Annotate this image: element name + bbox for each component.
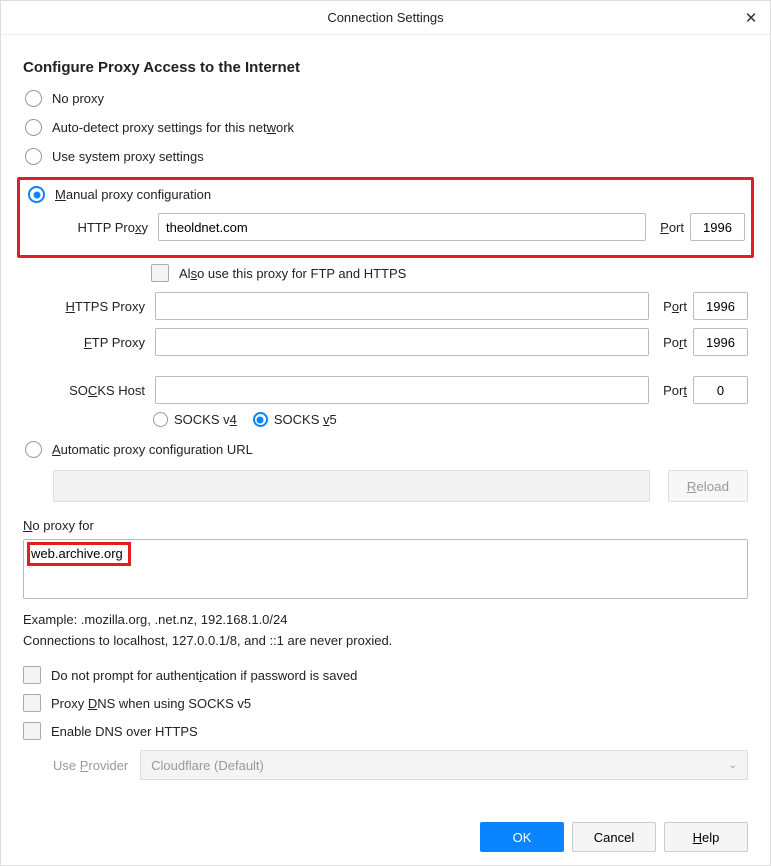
radio-label: SOCKS v4 bbox=[174, 412, 237, 427]
socks-host-row: SOCKS Host Port bbox=[53, 376, 748, 404]
socks-port-label: Port bbox=[663, 383, 687, 398]
dialog-title: Connection Settings bbox=[327, 10, 443, 25]
checkbox-label: Enable DNS over HTTPS bbox=[51, 724, 198, 739]
titlebar: Connection Settings ✕ bbox=[1, 1, 770, 35]
radio-label: Auto-detect proxy settings for this netw… bbox=[52, 120, 294, 135]
http-port-label: Port bbox=[660, 220, 684, 235]
http-port-input[interactable] bbox=[690, 213, 745, 241]
checkbox-label: Proxy DNS when using SOCKS v5 bbox=[51, 696, 251, 711]
radio-label: SOCKS v5 bbox=[274, 412, 337, 427]
radio-label: Automatic proxy configuration URL bbox=[52, 442, 253, 457]
close-icon: ✕ bbox=[745, 9, 758, 27]
provider-select: Cloudflare (Default) ⌄ bbox=[140, 750, 748, 780]
radio-icon bbox=[25, 441, 42, 458]
ftp-proxy-input[interactable] bbox=[155, 328, 649, 356]
dialog-content: Configure Proxy Access to the Internet N… bbox=[1, 35, 770, 809]
no-proxy-textarea[interactable] bbox=[23, 539, 748, 599]
https-proxy-input[interactable] bbox=[155, 292, 649, 320]
section-heading: Configure Proxy Access to the Internet bbox=[23, 59, 748, 76]
radio-icon bbox=[25, 119, 42, 136]
radio-icon bbox=[25, 148, 42, 165]
radio-use-system[interactable]: Use system proxy settings bbox=[23, 148, 748, 165]
highlight-manual-section: Manual proxy configuration HTTP Proxy Po… bbox=[17, 177, 754, 258]
radio-auto-pac[interactable]: Automatic proxy configuration URL bbox=[23, 441, 748, 458]
radio-icon bbox=[25, 90, 42, 107]
socks-port-input[interactable] bbox=[693, 376, 748, 404]
provider-selected: Cloudflare (Default) bbox=[151, 758, 264, 773]
https-proxy-label: HTTPS Proxy bbox=[53, 299, 149, 314]
socks-version-row: SOCKS v4 SOCKS v5 bbox=[153, 412, 748, 427]
radio-socks-v4[interactable]: SOCKS v4 bbox=[153, 412, 237, 427]
http-proxy-row: HTTP Proxy Port bbox=[56, 213, 745, 241]
http-proxy-label: HTTP Proxy bbox=[56, 220, 152, 235]
radio-no-proxy[interactable]: No proxy bbox=[23, 90, 748, 107]
ftp-port-label: Port bbox=[663, 335, 687, 350]
connection-settings-dialog: Connection Settings ✕ Configure Proxy Ac… bbox=[0, 0, 771, 866]
radio-icon bbox=[28, 186, 45, 203]
radio-socks-v5[interactable]: SOCKS v5 bbox=[253, 412, 337, 427]
ftp-proxy-label: FTP Proxy bbox=[53, 335, 149, 350]
cancel-button[interactable]: Cancel bbox=[572, 822, 656, 852]
http-proxy-input[interactable] bbox=[158, 213, 646, 241]
ok-button[interactable]: OK bbox=[480, 822, 564, 852]
example-text: Example: .mozilla.org, .net.nz, 192.168.… bbox=[23, 612, 748, 627]
ftp-port-input[interactable] bbox=[693, 328, 748, 356]
also-use-proxy-checkbox-row[interactable]: Also use this proxy for FTP and HTTPS bbox=[151, 264, 748, 282]
radio-label: Manual proxy configuration bbox=[55, 187, 211, 202]
no-proxy-textarea-wrap: web.archive.org bbox=[23, 539, 748, 612]
enable-doh-checkbox[interactable]: Enable DNS over HTTPS bbox=[23, 722, 748, 740]
checkbox-icon bbox=[23, 694, 41, 712]
reload-button: Reload bbox=[668, 470, 748, 502]
chevron-down-icon: ⌄ bbox=[729, 760, 737, 771]
checkbox-label: Do not prompt for authentication if pass… bbox=[51, 668, 357, 683]
pac-url-row: Reload bbox=[53, 470, 748, 502]
socks-host-input[interactable] bbox=[155, 376, 649, 404]
proxy-dns-socks5-checkbox[interactable]: Proxy DNS when using SOCKS v5 bbox=[23, 694, 748, 712]
provider-row: Use Provider Cloudflare (Default) ⌄ bbox=[53, 750, 748, 780]
socks-host-label: SOCKS Host bbox=[53, 383, 149, 398]
ftp-proxy-row: FTP Proxy Port bbox=[53, 328, 748, 356]
localhost-hint: Connections to localhost, 127.0.0.1/8, a… bbox=[23, 633, 748, 648]
checkbox-icon bbox=[23, 666, 41, 684]
https-proxy-row: HTTPS Proxy Port bbox=[53, 292, 748, 320]
provider-label: Use Provider bbox=[53, 758, 128, 773]
https-port-label: Port bbox=[663, 299, 687, 314]
no-proxy-for-label: No proxy for bbox=[23, 518, 748, 533]
radio-icon bbox=[253, 412, 268, 427]
radio-manual-proxy[interactable]: Manual proxy configuration bbox=[26, 186, 745, 203]
radio-auto-detect[interactable]: Auto-detect proxy settings for this netw… bbox=[23, 119, 748, 136]
help-button[interactable]: Help bbox=[664, 822, 748, 852]
pac-url-input bbox=[53, 470, 650, 502]
checkbox-icon bbox=[23, 722, 41, 740]
radio-icon bbox=[153, 412, 168, 427]
dialog-footer: OK Cancel Help bbox=[1, 809, 770, 865]
close-button[interactable]: ✕ bbox=[740, 7, 762, 29]
radio-label: No proxy bbox=[52, 91, 104, 106]
checkbox-icon bbox=[151, 264, 169, 282]
radio-label: Use system proxy settings bbox=[52, 149, 204, 164]
https-port-input[interactable] bbox=[693, 292, 748, 320]
checkbox-label: Also use this proxy for FTP and HTTPS bbox=[179, 266, 406, 281]
no-prompt-auth-checkbox[interactable]: Do not prompt for authentication if pass… bbox=[23, 666, 748, 684]
